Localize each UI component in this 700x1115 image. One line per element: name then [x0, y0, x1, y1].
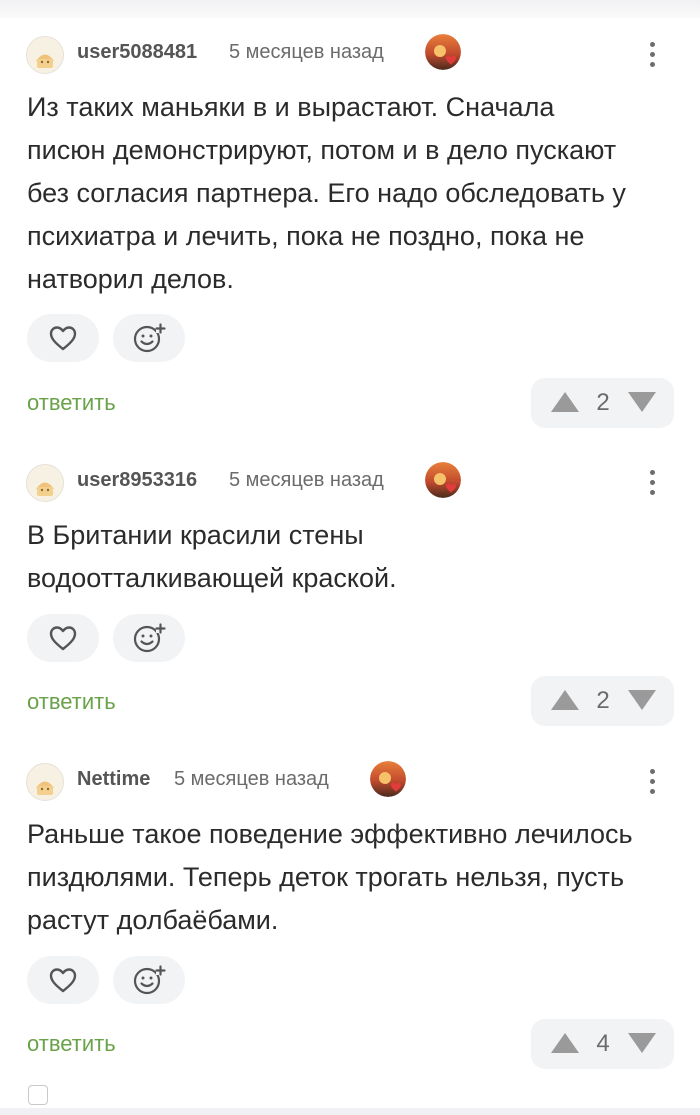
- comment-line: натворил делов.: [27, 264, 234, 294]
- add-emoji-icon: [133, 323, 166, 353]
- username[interactable]: user5088481: [77, 41, 197, 64]
- heart-outline-icon: [49, 968, 77, 993]
- comment-text: В Британии красили стены водоотталкивающ…: [27, 514, 672, 600]
- like-button[interactable]: [27, 956, 99, 1004]
- avatar-icon[interactable]: [26, 36, 64, 74]
- heart-badge-icon: [370, 761, 406, 797]
- comment-line: растут долбаёбами.: [27, 905, 279, 935]
- reply-button[interactable]: ответить: [27, 1031, 116, 1057]
- comment: Nettime 5 месяцев назад Раньше такое пов…: [0, 755, 700, 1069]
- heart-outline-icon: [49, 326, 77, 351]
- heart-badge-icon: [425, 462, 461, 498]
- heart-badge-icon: [425, 34, 461, 70]
- triangle-up-icon[interactable]: [549, 1031, 581, 1055]
- comment-line: Раньше такое поведение эффективно лечило…: [27, 819, 633, 849]
- username[interactable]: Nettime: [77, 768, 150, 791]
- heart-outline-icon: [49, 626, 77, 651]
- more-vertical-icon[interactable]: [640, 763, 664, 799]
- comment: user5088481 5 месяцев назад Из таких ман…: [0, 28, 700, 428]
- vote-count: 2: [596, 687, 610, 714]
- comment-header: Nettime 5 месяцев назад: [0, 755, 700, 805]
- comment-line: писюн демонстрируют, потом и в дело пуск…: [27, 135, 617, 165]
- add-emoji-icon: [133, 965, 166, 995]
- comment-header: user5088481 5 месяцев назад: [0, 28, 700, 78]
- reply-button[interactable]: ответить: [27, 689, 116, 715]
- vote-control: 4: [531, 1019, 674, 1069]
- comment-line: без согласия партнера. Его надо обследов…: [27, 178, 626, 208]
- like-button[interactable]: [27, 314, 99, 362]
- add-reaction-button[interactable]: [113, 956, 185, 1004]
- add-emoji-icon: [133, 623, 166, 653]
- triangle-up-icon[interactable]: [549, 390, 581, 414]
- comment-line: пиздюлями. Теперь деток трогать нельзя, …: [27, 862, 625, 892]
- triangle-up-icon[interactable]: [549, 688, 581, 712]
- triangle-down-icon[interactable]: [626, 1031, 658, 1055]
- more-vertical-icon[interactable]: [640, 36, 664, 72]
- avatar-icon[interactable]: [26, 464, 64, 502]
- comment: user8953316 5 месяцев назад В Британии к…: [0, 456, 700, 726]
- timestamp: 5 месяцев назад: [229, 41, 384, 63]
- comment-text: Из таких маньяки в и вырастают. Сначала …: [27, 86, 672, 301]
- username[interactable]: user8953316: [77, 469, 197, 492]
- comment-line: психиатра и лечить, пока не поздно, пока…: [27, 221, 585, 251]
- bottom-edge: [0, 1108, 700, 1115]
- vote-count: 2: [596, 389, 610, 416]
- triangle-down-icon[interactable]: [626, 390, 658, 414]
- comment-text: Раньше такое поведение эффективно лечило…: [27, 813, 672, 942]
- more-vertical-icon[interactable]: [640, 464, 664, 500]
- vote-control: 2: [531, 378, 674, 428]
- avatar-icon[interactable]: [26, 763, 64, 801]
- vote-count: 4: [596, 1030, 610, 1057]
- like-button[interactable]: [27, 614, 99, 662]
- reply-button[interactable]: ответить: [27, 390, 116, 416]
- comment-line: Из таких маньяки в и вырастают. Сначала: [27, 92, 555, 122]
- comment-header: user8953316 5 месяцев назад: [0, 456, 700, 506]
- timestamp: 5 месяцев назад: [174, 768, 329, 790]
- triangle-down-icon[interactable]: [626, 688, 658, 712]
- comment-line: В Британии красили стены: [27, 520, 364, 550]
- timestamp: 5 месяцев назад: [229, 469, 384, 491]
- top-edge: [0, 0, 700, 18]
- comment-line: водоотталкивающей краской.: [27, 563, 397, 593]
- add-reaction-button[interactable]: [113, 314, 185, 362]
- add-reaction-button[interactable]: [113, 614, 185, 662]
- vote-control: 2: [531, 676, 674, 726]
- comment-bubble-icon[interactable]: [28, 1085, 48, 1105]
